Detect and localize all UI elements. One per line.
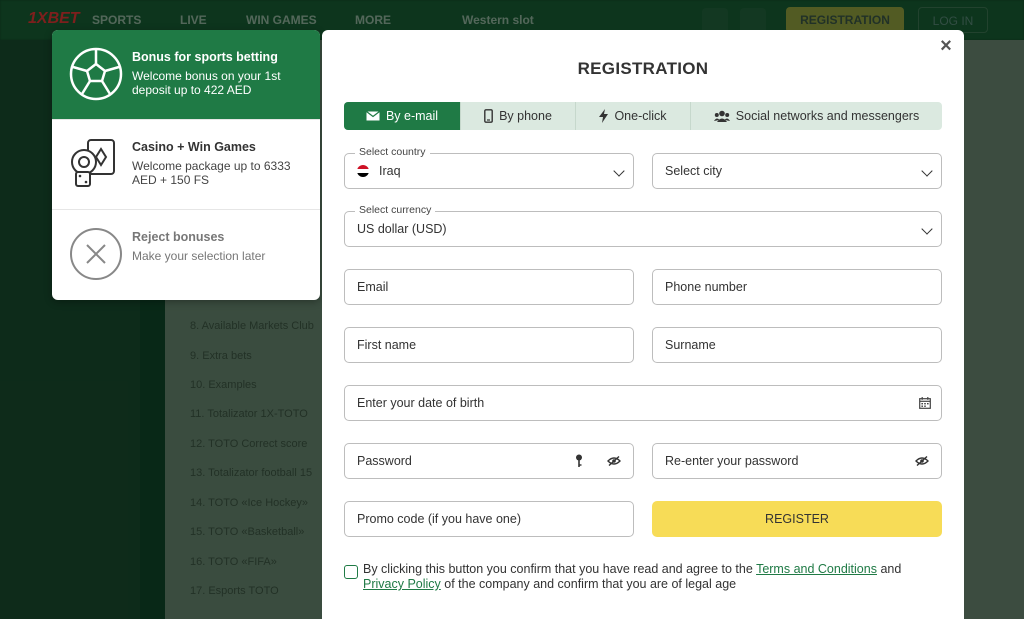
bonus-title: Casino + Win Games	[132, 140, 256, 154]
country-label: Select country	[355, 146, 430, 158]
promo-code-field[interactable]: Promo code (if you have one)	[344, 501, 634, 537]
soccer-ball-icon	[69, 47, 123, 101]
first-name-placeholder: First name	[357, 338, 417, 352]
currency-select[interactable]: Select currency US dollar (USD)	[344, 204, 942, 247]
bonus-sports-option[interactable]: Bonus for sports betting Welcome bonus o…	[52, 30, 320, 120]
eye-slash-icon[interactable]	[915, 456, 929, 466]
tab-label: One-click	[614, 109, 667, 123]
bonus-description: Welcome package up to 6333 AED + 150 FS	[132, 159, 291, 187]
consent-part2: of the company and confirm that you are …	[440, 577, 737, 591]
email-placeholder: Email	[357, 280, 389, 294]
first-name-field[interactable]: First name	[344, 327, 634, 363]
consent-block: By clicking this button you confirm that…	[344, 562, 944, 592]
phone-number-field[interactable]: Phone number	[652, 269, 942, 305]
city-select[interactable]: Select city	[652, 153, 942, 189]
tab-label: Social networks and messengers	[735, 109, 920, 123]
bonus-casino-option[interactable]: Casino + Win Games Welcome package up to…	[52, 120, 320, 210]
reject-x-icon	[70, 228, 122, 280]
modal-title: REGISTRATION	[577, 59, 709, 78]
currency-label: Select currency	[355, 204, 436, 216]
surname-field[interactable]: Surname	[652, 327, 942, 363]
casino-cards-icon	[71, 139, 115, 187]
users-icon	[713, 110, 730, 122]
eye-slash-icon[interactable]	[607, 456, 621, 466]
bonus-description: Welcome bonus on your 1st deposit up to …	[132, 69, 281, 97]
privacy-policy-link[interactable]: Privacy Policy	[363, 577, 441, 591]
date-of-birth-field[interactable]: Enter your date of birth	[344, 385, 942, 421]
bonus-panel: Bonus for sports betting Welcome bonus o…	[52, 30, 320, 300]
tab-one-click[interactable]: One-click	[576, 102, 691, 130]
phone-placeholder: Phone number	[665, 280, 748, 294]
registration-tabs: By e-mail By phone One-click Social netw…	[344, 102, 942, 130]
tab-by-phone[interactable]: By phone	[461, 102, 576, 130]
bonus-title: Bonus for sports betting	[132, 50, 278, 64]
country-value: Iraq	[379, 164, 401, 178]
bonus-title: Reject bonuses	[132, 230, 225, 244]
registration-modal: × REGISTRATION By e-mail By phone One-cl…	[322, 30, 964, 619]
repassword-placeholder: Re-enter your password	[665, 454, 799, 468]
envelope-icon	[366, 111, 380, 121]
tab-social-networks[interactable]: Social networks and messengers	[691, 102, 942, 130]
tab-by-email[interactable]: By e-mail	[344, 102, 461, 130]
dob-placeholder: Enter your date of birth	[357, 396, 485, 410]
consent-checkbox[interactable]	[344, 565, 358, 579]
terms-link[interactable]: Terms and Conditions	[756, 562, 877, 576]
phone-icon	[484, 109, 493, 123]
promo-placeholder: Promo code (if you have one)	[357, 512, 521, 526]
calendar-icon[interactable]	[919, 397, 931, 409]
city-placeholder: Select city	[665, 164, 722, 178]
lightning-icon	[599, 109, 609, 123]
repeat-password-field[interactable]: Re-enter your password	[652, 443, 942, 479]
register-button[interactable]: REGISTER	[652, 501, 942, 537]
country-select[interactable]: Select country Iraq	[344, 146, 634, 189]
close-icon[interactable]: ×	[936, 36, 956, 56]
consent-and: and	[876, 562, 902, 576]
currency-value: US dollar (USD)	[357, 222, 447, 236]
consent-part1: By clicking this button you confirm that…	[363, 562, 757, 576]
bonus-description: Make your selection later	[132, 249, 266, 263]
consent-text: By clicking this button you confirm that…	[344, 562, 944, 592]
email-field[interactable]: Email	[344, 269, 634, 305]
tab-label: By e-mail	[385, 109, 439, 123]
chevron-down-icon	[921, 165, 933, 177]
tab-label: By phone	[499, 109, 552, 123]
password-field[interactable]: Password	[344, 443, 634, 479]
chevron-down-icon	[613, 165, 625, 177]
chevron-down-icon	[921, 223, 933, 235]
key-icon[interactable]	[575, 454, 583, 468]
surname-placeholder: Surname	[665, 338, 716, 352]
iraq-flag-icon	[357, 165, 369, 177]
reject-bonuses-option[interactable]: Reject bonuses Make your selection later	[52, 210, 320, 300]
password-placeholder: Password	[357, 454, 412, 468]
